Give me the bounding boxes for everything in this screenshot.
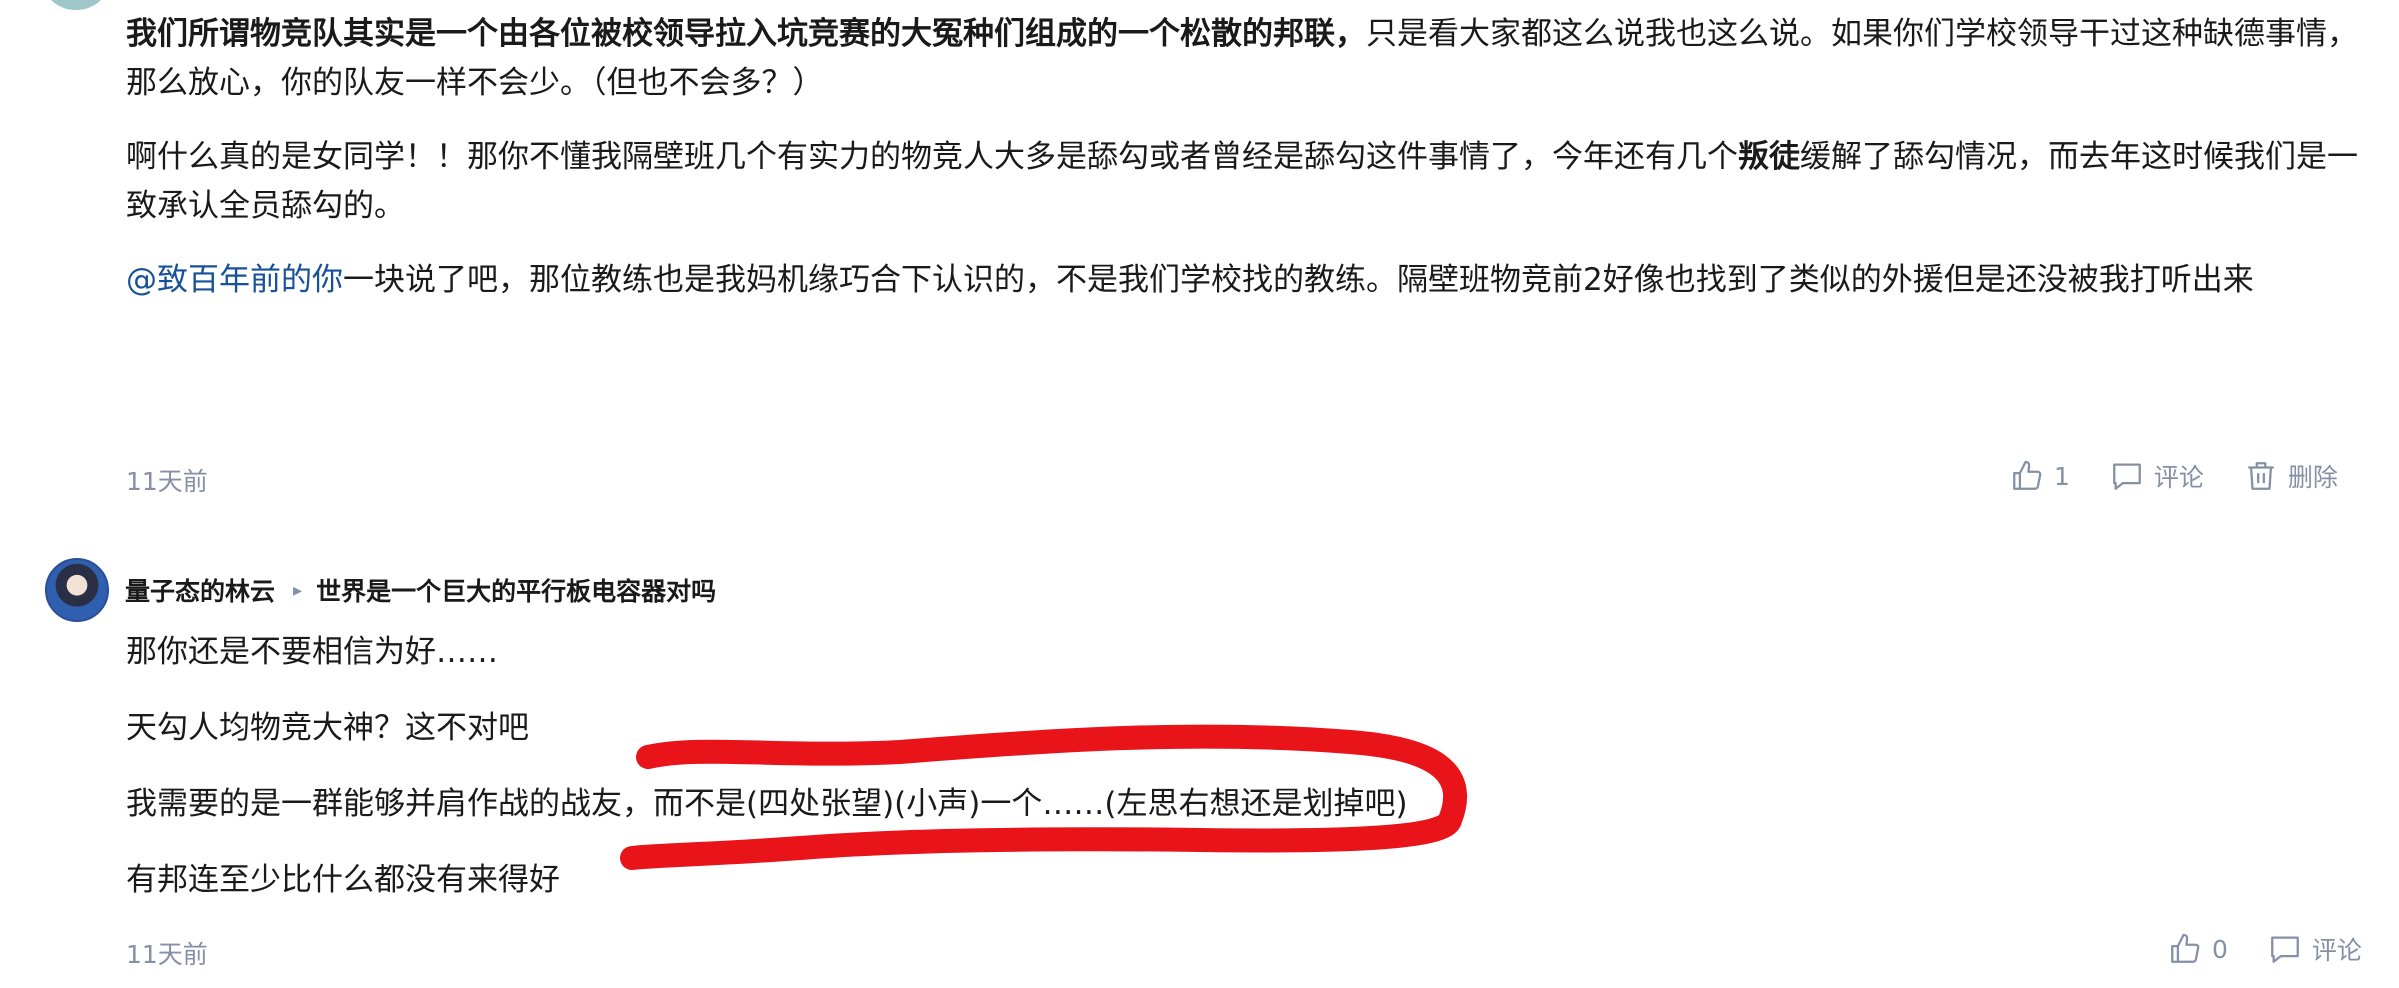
comment-timestamp: 11天前 xyxy=(126,940,208,969)
author-name[interactable]: 量子态的林云 xyxy=(125,572,275,608)
comment-paragraph: @致百年前的你一块说了吧，那位教练也是我妈机缘巧合下认识的，不是我们学校找的教练… xyxy=(126,256,2366,305)
paragraph-text: 一块说了吧，那位教练也是我妈机缘巧合下认识的，不是我们学校找的教练。隔壁班物竞前… xyxy=(343,262,2254,298)
comment-icon xyxy=(2271,936,2299,963)
like-count: 0 xyxy=(2212,934,2228,964)
like-button[interactable]: 0 xyxy=(2168,932,2228,966)
reply-button[interactable]: 评论 xyxy=(2268,931,2362,967)
trash-icon xyxy=(2248,462,2274,490)
like-count: 1 xyxy=(2054,461,2070,491)
comment-paragraph: 我们所谓物竞队其实是一个由各位被校领导拉入坑竞赛的大冤种们组成的一个松散的邦联，… xyxy=(126,10,2366,108)
delete-label: 删除 xyxy=(2287,463,2338,492)
comment-paragraph: 天勾人均物竞大神？这不对吧 xyxy=(126,710,529,746)
bold-text: 叛徒 xyxy=(1738,139,1800,175)
comment-body: 那你还是不要相信为好…… 天勾人均物竞大神？这不对吧 我需要的是一群能够并肩作战… xyxy=(126,628,2366,905)
thumbs-up-icon xyxy=(2013,460,2042,490)
comment-paragraph: 啊什么真的是女同学！！那你不懂我隔壁班几个有实力的物竞人大多是舔勾或者曾经是舔勾… xyxy=(126,133,2366,231)
comment-timestamp: 11天前 xyxy=(126,467,208,496)
comment-body: 我们所谓物竞队其实是一个由各位被校领导拉入坑竞赛的大冤种们组成的一个松散的邦联，… xyxy=(126,10,2366,305)
reply-label: 评论 xyxy=(2311,936,2362,965)
caret-right-icon: ▸ xyxy=(293,579,303,601)
delete-button[interactable]: 删除 xyxy=(2244,458,2338,494)
previous-author-avatar[interactable] xyxy=(45,0,107,10)
comment-actions: 0 评论 xyxy=(2168,931,2362,967)
user-mention-link[interactable]: @致百年前的你 xyxy=(126,262,343,298)
reply-label: 评论 xyxy=(2153,463,2204,492)
comment-paragraph: 有邦连至少比什么都没有来得好 xyxy=(126,862,560,898)
avatar[interactable] xyxy=(45,558,109,622)
bold-text: 我们所谓物竞队其实是一个由各位被校领导拉入坑竞赛的大冤种们组成的一个松散的邦联， xyxy=(126,16,1366,52)
like-button[interactable]: 1 xyxy=(2010,459,2070,493)
comment-paragraph: 我需要的是一群能够并肩作战的战友，而不是(四处张望)(小声)一个……(左思右想还… xyxy=(126,786,1408,822)
comment-paragraph: 那你还是不要相信为好…… xyxy=(126,634,498,670)
reply-to-name[interactable]: 世界是一个巨大的平行板电容器对吗 xyxy=(316,572,716,608)
comment-thread: 我们所谓物竞队其实是一个由各位被校领导拉入坑竞赛的大冤种们组成的一个松散的邦联，… xyxy=(0,0,2399,988)
thumbs-up-icon xyxy=(2171,933,2200,963)
paragraph-text: 啊什么真的是女同学！！那你不懂我隔壁班几个有实力的物竞人大多是舔勾或者曾经是舔勾… xyxy=(126,139,1738,175)
reply-button[interactable]: 评论 xyxy=(2110,458,2204,494)
comment-header: 量子态的林云 ▸ 世界是一个巨大的平行板电容器对吗 xyxy=(45,558,716,622)
comment-actions: 1 评论 删除 xyxy=(2010,458,2338,494)
comment-icon xyxy=(2113,463,2141,490)
